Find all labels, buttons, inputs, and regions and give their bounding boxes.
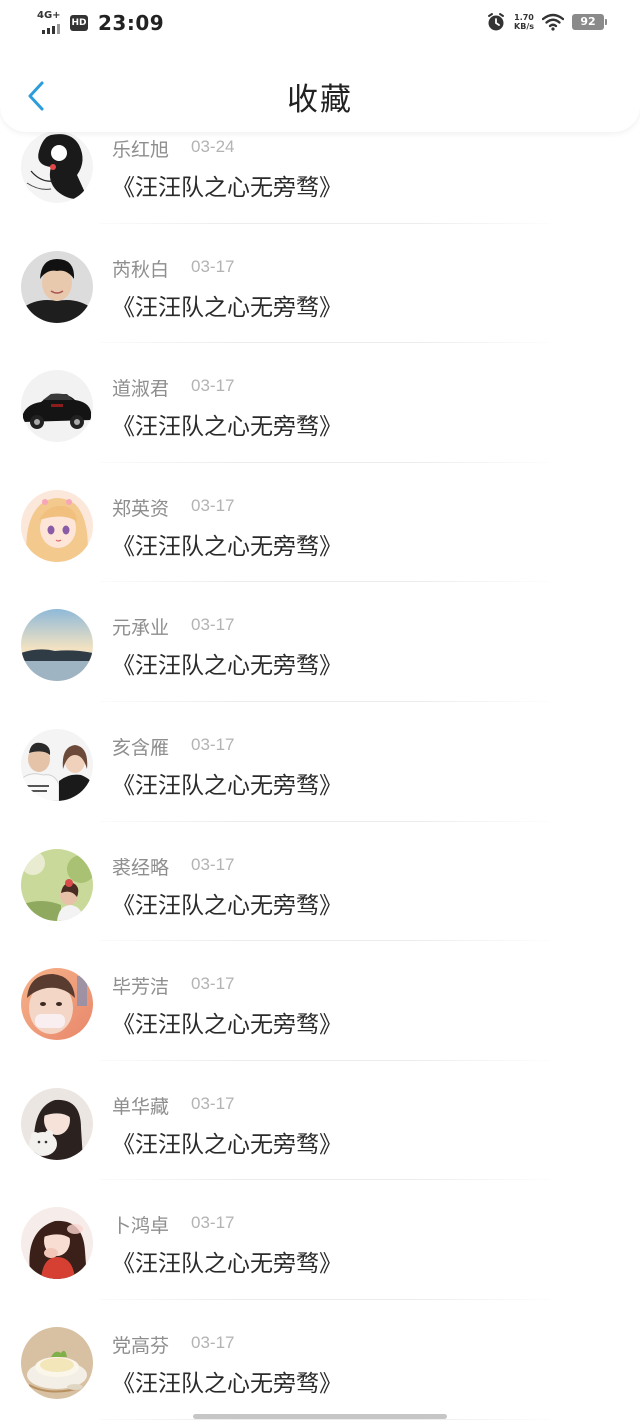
- user-name: 郑英资: [112, 497, 170, 520]
- user-name: 芮秋白: [112, 258, 170, 281]
- signal-icon: 4G+: [36, 10, 64, 36]
- list-item[interactable]: 芮秋白 03-17 《汪汪队之心无旁骛》: [0, 224, 640, 344]
- user-name: 毕芳洁: [112, 976, 170, 999]
- home-indicator[interactable]: [193, 1414, 447, 1419]
- avatar: [21, 1326, 93, 1399]
- favorite-date: 03-17: [191, 1332, 235, 1352]
- book-title: 《汪汪队之心无旁骛》: [112, 533, 342, 560]
- book-title: 《汪汪队之心无旁骛》: [112, 1012, 342, 1039]
- favorite-date: 03-17: [191, 495, 235, 515]
- navigation-bar: 收藏: [0, 56, 640, 132]
- network-type: 4G+: [37, 10, 61, 21]
- avatar: [21, 1207, 93, 1280]
- avatar: [21, 968, 93, 1041]
- top-bar: 4G+ HD 23:09 1.70 KB/s 92 收藏: [0, 0, 640, 132]
- user-name: 乐红旭: [112, 139, 170, 161]
- list-item[interactable]: 亥含雁 03-17 《汪汪队之心无旁骛》: [0, 702, 640, 822]
- battery-icon: 92: [572, 14, 607, 30]
- network-speed: 1.70 KB/s: [514, 13, 534, 31]
- user-name: 亥含雁: [112, 736, 170, 759]
- wifi-icon: [542, 13, 564, 31]
- favorite-date: 03-17: [191, 376, 235, 396]
- favorite-date: 03-17: [191, 974, 235, 994]
- user-name: 元承业: [112, 617, 170, 640]
- favorite-date: 03-17: [191, 734, 235, 754]
- list-item[interactable]: 单华藏 03-17 《汪汪队之心无旁骛》: [0, 1061, 640, 1181]
- list-item[interactable]: 卜鸿卓 03-17 《汪汪队之心无旁骛》: [0, 1180, 640, 1300]
- avatar: [21, 370, 93, 443]
- alarm-icon: [488, 13, 505, 31]
- list-item[interactable]: 道淑君 03-17 《汪汪队之心无旁骛》: [0, 343, 640, 463]
- favorite-date: 03-24: [191, 137, 235, 156]
- list-item[interactable]: 元承业 03-17 《汪汪队之心无旁骛》: [0, 582, 640, 702]
- speed-value: 1.70: [514, 13, 534, 22]
- list-item[interactable]: 党高芬 03-17 《汪汪队之心无旁骛》: [0, 1300, 640, 1420]
- book-title: 《汪汪队之心无旁骛》: [112, 892, 342, 919]
- favorite-date: 03-17: [191, 1093, 235, 1113]
- book-title: 《汪汪队之心无旁骛》: [112, 175, 342, 201]
- user-name: 党高芬: [112, 1334, 170, 1357]
- favorite-date: 03-17: [191, 854, 235, 874]
- avatar: [21, 131, 93, 203]
- book-title: 《汪汪队之心无旁骛》: [112, 294, 342, 321]
- list-item[interactable]: 裘经略 03-17 《汪汪队之心无旁骛》: [0, 822, 640, 942]
- book-title: 《汪汪队之心无旁骛》: [112, 1370, 342, 1397]
- avatar: [21, 1087, 93, 1160]
- favorite-date: 03-17: [191, 256, 235, 276]
- avatar: [21, 728, 93, 801]
- book-title: 《汪汪队之心无旁骛》: [112, 653, 342, 680]
- book-title: 《汪汪队之心无旁骛》: [112, 1131, 342, 1158]
- avatar: [21, 489, 93, 562]
- speed-unit: KB/s: [514, 22, 534, 31]
- status-time: 23:09: [98, 11, 165, 35]
- user-name: 道淑君: [112, 378, 170, 401]
- avatar: [21, 250, 93, 323]
- list-item[interactable]: 毕芳洁 03-17 《汪汪队之心无旁骛》: [0, 941, 640, 1061]
- book-title: 《汪汪队之心无旁骛》: [112, 1251, 342, 1278]
- favorite-date: 03-17: [191, 1213, 235, 1233]
- user-name: 裘经略: [112, 856, 170, 879]
- page-title: 收藏: [287, 82, 353, 118]
- book-title: 《汪汪队之心无旁骛》: [112, 414, 342, 441]
- avatar: [21, 609, 93, 682]
- status-bar: 4G+ HD 23:09 1.70 KB/s 92: [0, 0, 640, 50]
- user-name: 单华藏: [112, 1095, 170, 1118]
- favorite-date: 03-17: [191, 615, 235, 635]
- favorites-list: 乐红旭 03-24 《汪汪队之心无旁骛》 芮秋白 03-17 《汪汪队之心无旁骛…: [0, 104, 640, 1420]
- avatar: [21, 848, 93, 921]
- user-name: 卜鸿卓: [112, 1215, 170, 1238]
- book-title: 《汪汪队之心无旁骛》: [112, 772, 342, 799]
- list-item[interactable]: 郑英资 03-17 《汪汪队之心无旁骛》: [0, 463, 640, 583]
- hd-badge: HD: [70, 15, 88, 31]
